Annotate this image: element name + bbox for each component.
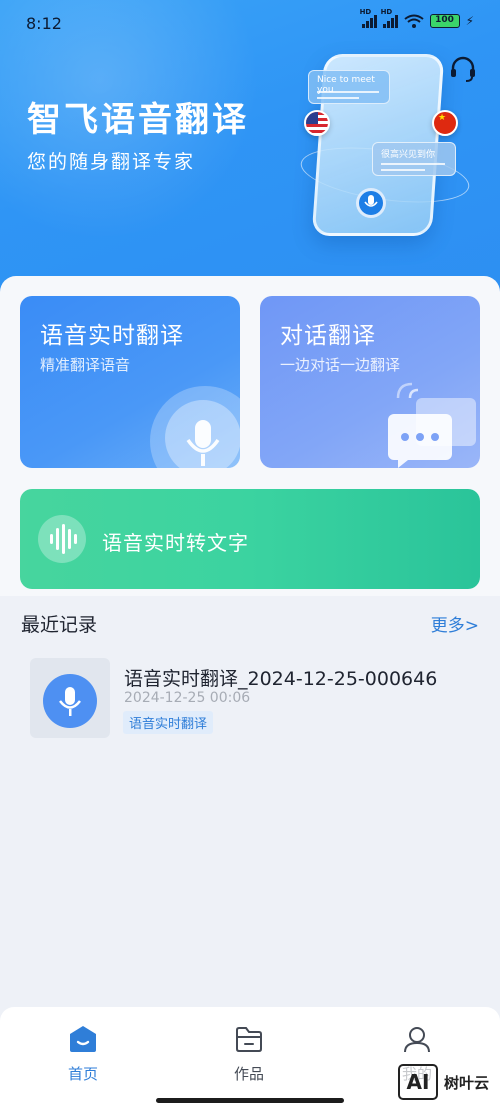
bubble-english: Nice to meet you bbox=[308, 70, 390, 104]
record-item[interactable]: 语音实时翻译_2024-12-25-000646 2024-12-25 00:0… bbox=[30, 656, 480, 738]
signal-icon: HD bbox=[360, 8, 377, 28]
recent-records-title: 最近记录 bbox=[21, 614, 98, 636]
status-bar: 8:12 HD HD 100 ⚡ bbox=[0, 0, 500, 44]
charging-icon: ⚡ bbox=[465, 14, 474, 28]
app-title: 智飞语音翻译 bbox=[27, 100, 249, 140]
voice-translate-card[interactable]: 语音实时翻译 精准翻译语音 bbox=[20, 296, 240, 468]
record-thumbnail bbox=[30, 658, 110, 738]
battery-icon: 100 bbox=[429, 14, 460, 28]
signal-icon: HD bbox=[381, 8, 398, 28]
home-icon bbox=[70, 1026, 96, 1052]
watermark: AI 树叶云 bbox=[398, 1062, 498, 1102]
dialog-translate-card[interactable]: 对话翻译 一边对话一边翻译 bbox=[260, 296, 480, 468]
status-icons: HD HD 100 ⚡ bbox=[360, 8, 474, 28]
watermark-logo: AI bbox=[398, 1064, 438, 1100]
user-icon bbox=[404, 1027, 430, 1053]
headset-icon[interactable] bbox=[448, 54, 478, 84]
microphone-icon bbox=[43, 674, 97, 728]
dialog-translate-desc: 一边对话一边翻译 bbox=[280, 356, 401, 374]
bubble-chinese-text: 很高兴见到你 bbox=[381, 150, 436, 160]
chat-bubbles-icon bbox=[388, 382, 476, 468]
wifi-icon bbox=[403, 14, 424, 28]
more-link[interactable]: 更多> bbox=[431, 611, 479, 636]
folder-icon bbox=[236, 1027, 262, 1052]
tab-works[interactable]: 作品 bbox=[209, 1025, 289, 1084]
voice-translate-desc: 精准翻译语音 bbox=[40, 356, 131, 374]
app-subtitle: 您的随身翻译专家 bbox=[27, 151, 196, 173]
record-name: 语音实时翻译_2024-12-25-000646 bbox=[124, 668, 438, 690]
us-flag-icon bbox=[304, 110, 330, 136]
voice-translate-title: 语音实时翻译 bbox=[40, 323, 184, 349]
speech-to-text-card[interactable]: 语音实时转文字 bbox=[20, 489, 480, 589]
bubble-chinese: 很高兴见到你 bbox=[372, 142, 456, 176]
sound-wave-icon bbox=[38, 515, 86, 563]
china-flag-icon bbox=[432, 110, 458, 136]
home-indicator[interactable] bbox=[156, 1098, 344, 1103]
signal-hd-label: HD bbox=[380, 8, 393, 16]
microphone-icon bbox=[356, 188, 386, 218]
tab-home[interactable]: 首页 bbox=[43, 1025, 123, 1084]
record-time: 2024-12-25 00:06 bbox=[124, 690, 251, 706]
tab-works-label: 作品 bbox=[233, 1065, 264, 1083]
record-tag: 语音实时翻译 bbox=[123, 711, 214, 734]
microphone-icon bbox=[186, 420, 220, 466]
dialog-translate-title: 对话翻译 bbox=[280, 323, 376, 349]
signal-hd-label: HD bbox=[359, 8, 372, 16]
speech-to-text-label: 语音实时转文字 bbox=[102, 531, 249, 555]
tab-home-label: 首页 bbox=[67, 1065, 98, 1083]
watermark-text: 树叶云 bbox=[444, 1074, 490, 1092]
status-time: 8:12 bbox=[26, 14, 62, 33]
